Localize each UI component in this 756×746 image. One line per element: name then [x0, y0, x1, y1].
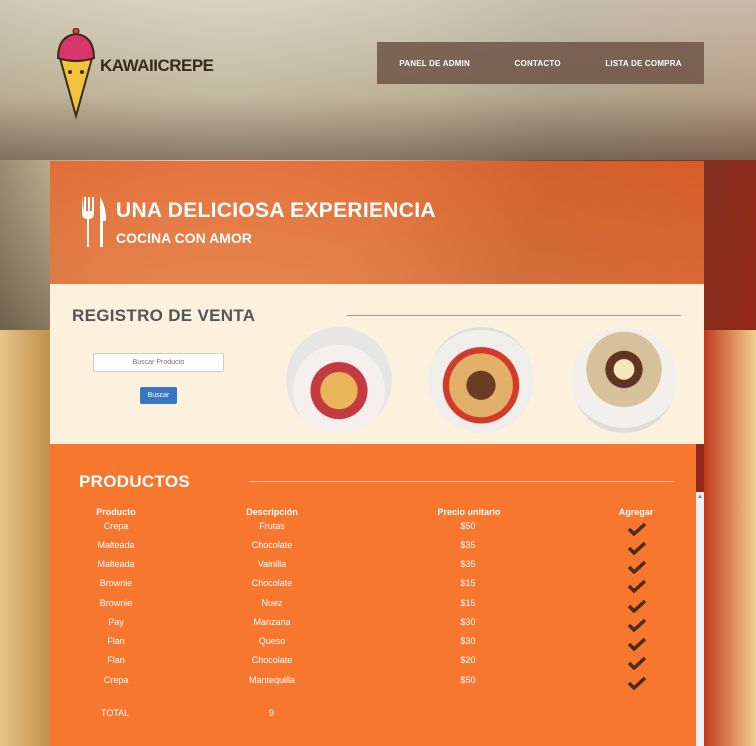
cell-descripcion: Queso: [258, 636, 286, 646]
cell-descripcion: Chocolate: [251, 655, 293, 665]
background-right: [704, 330, 756, 746]
productos-title: PRODUCTOS: [79, 472, 191, 491]
productos-section: PRODUCTOS: [50, 444, 696, 746]
crepe-icecream-photo: [571, 327, 677, 433]
checkmark-icon[interactable]: [627, 541, 647, 555]
divider: [347, 315, 681, 316]
cell-producto: Brownie: [99, 578, 133, 588]
divider: [249, 481, 674, 482]
cell-descripcion: Nuez: [261, 598, 283, 608]
total-value: 9: [269, 708, 275, 718]
cell-descripcion: Chocolate: [251, 540, 293, 550]
hero-subtitle: COCINA CON AMOR: [116, 230, 252, 246]
cell-descripcion: Frutas: [259, 521, 285, 531]
cell-precio: $35: [460, 540, 476, 550]
checkmark-icon[interactable]: [627, 599, 647, 613]
cell-producto: Pay: [108, 617, 124, 627]
scroll-up-icon: ▲: [697, 494, 703, 500]
registro-venta-section: REGISTRO DE VENTA Buscar: [50, 284, 704, 444]
header-precio: Precio unitario: [437, 507, 501, 517]
checkmark-icon[interactable]: [627, 618, 647, 632]
header-agregar: Agregar: [618, 507, 654, 517]
crepe-cone-icon: [56, 28, 96, 120]
header-producto: Producto: [96, 507, 136, 517]
crepe-chocolate-photo: [428, 327, 534, 433]
checkmark-icon[interactable]: [627, 522, 647, 536]
search-input[interactable]: [93, 353, 224, 372]
header-descripcion: Descripción: [246, 507, 298, 517]
cell-precio: $30: [460, 617, 476, 627]
cell-producto: Crepa: [103, 521, 129, 531]
cell-precio: $50: [460, 675, 476, 685]
nav-panel-admin[interactable]: PANEL DE ADMIN: [399, 59, 470, 68]
cell-precio: $15: [460, 578, 476, 588]
cell-descripcion: Mantequilla: [248, 675, 296, 685]
cell-producto: Flan: [107, 655, 125, 665]
cell-producto: Flan: [107, 636, 125, 646]
total-label: TOTAL: [101, 708, 130, 718]
hero-banner: UNA DELICIOSA EXPERIENCIA COCINA CON AMO…: [50, 161, 704, 284]
crepe-berries-photo: [286, 327, 392, 433]
checkmark-icon[interactable]: [627, 560, 647, 574]
cell-producto: Malteada: [97, 559, 135, 569]
cell-producto: Brownie: [99, 598, 133, 608]
cell-producto: Malteada: [97, 540, 135, 550]
checkmark-icon[interactable]: [627, 579, 647, 593]
cell-precio: $35: [460, 559, 476, 569]
fork-knife-icon: [82, 197, 106, 247]
checkmark-icon[interactable]: [627, 676, 647, 690]
brand-name: KAWAIICREPE: [100, 56, 214, 75]
brand-logo[interactable]: KAWAIICREPE: [50, 18, 220, 120]
nav-lista-compra[interactable]: LISTA DE COMPRA: [605, 59, 681, 68]
checkmark-icon[interactable]: [627, 656, 647, 670]
cell-producto: Crepa: [103, 675, 129, 685]
cell-precio: $50: [460, 521, 476, 531]
table-scrollbar[interactable]: ▲: [696, 492, 704, 746]
search-button[interactable]: Buscar: [140, 387, 177, 404]
cell-precio: $15: [460, 598, 476, 608]
hero-title: UNA DELICIOSA EXPERIENCIA: [116, 199, 436, 222]
cell-descripcion: Manzana: [253, 617, 291, 627]
cell-descripcion: Chocolate: [251, 578, 293, 588]
top-navigation: PANEL DE ADMIN CONTACTO LISTA DE COMPRA: [377, 42, 704, 84]
checkmark-icon[interactable]: [627, 637, 647, 651]
cell-descripcion: Vainilla: [257, 559, 287, 569]
cell-precio: $20: [460, 655, 476, 665]
nav-contacto[interactable]: CONTACTO: [515, 59, 561, 68]
registro-title: REGISTRO DE VENTA: [72, 306, 256, 325]
cell-precio: $30: [460, 636, 476, 646]
